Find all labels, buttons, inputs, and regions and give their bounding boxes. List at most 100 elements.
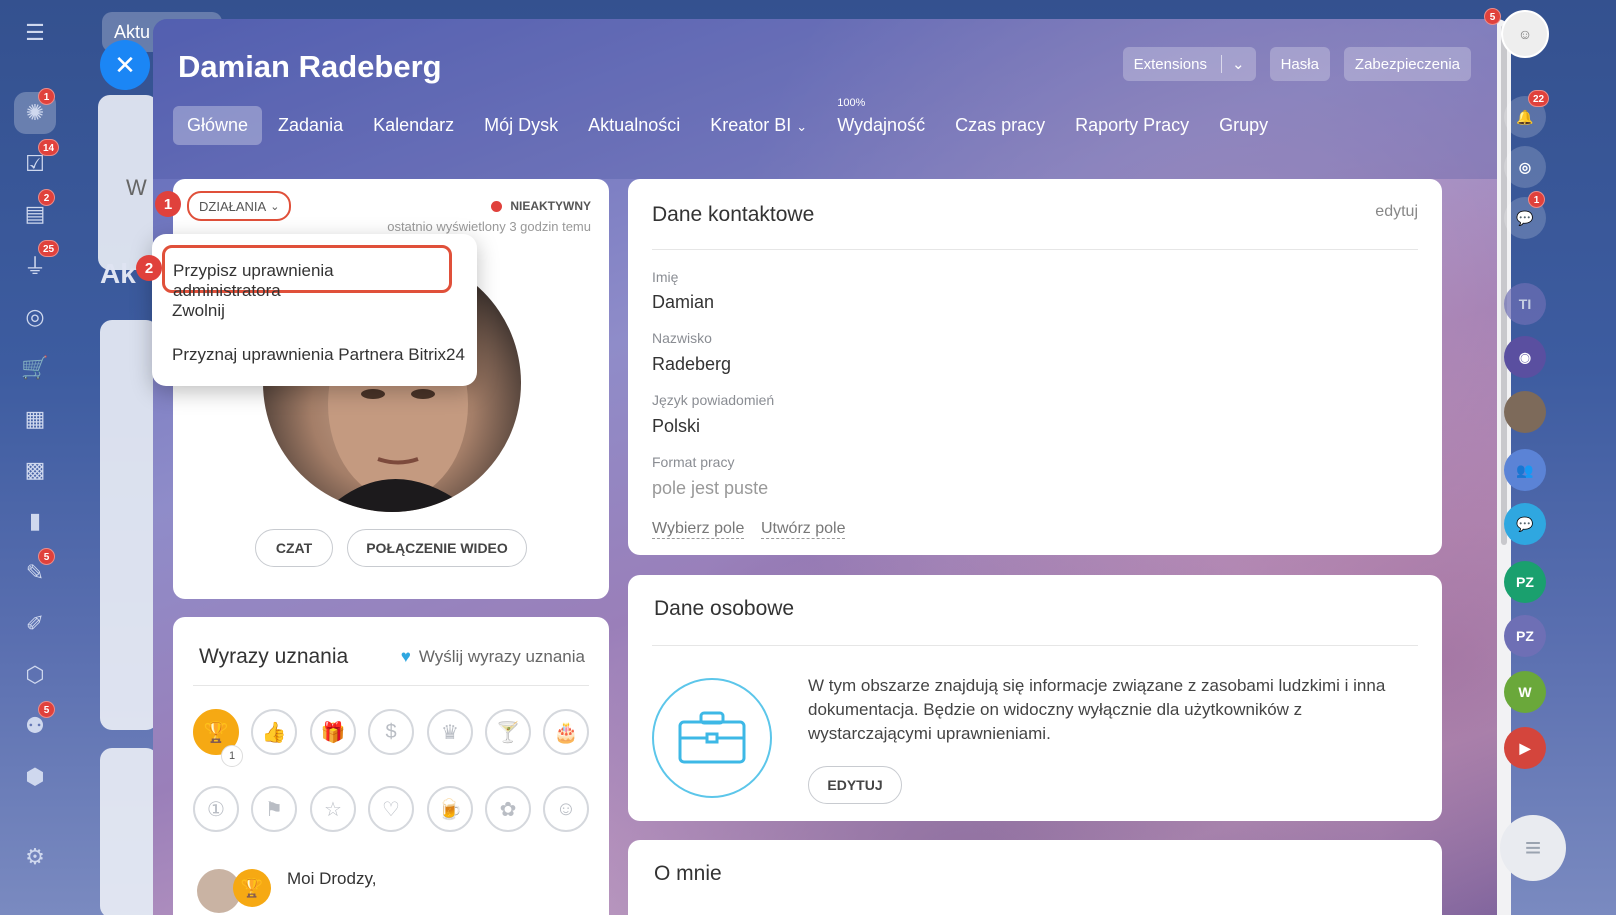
cocktail-icon[interactable]: 🍸 xyxy=(485,709,531,755)
header-band xyxy=(153,19,1511,179)
kudos-card: Wyrazy uznania ♥ Wyślij wyrazy uznania 🏆 … xyxy=(173,617,609,915)
people-icon[interactable]: 👥 xyxy=(1504,449,1546,491)
page-title: Damian Radeberg xyxy=(178,49,442,84)
actions-label: DZIAŁANIA xyxy=(199,198,267,214)
flower-icon[interactable]: ✿ xyxy=(485,786,531,832)
briefcase-svg xyxy=(678,711,746,764)
bell-icon[interactable]: 🔔 22 xyxy=(1504,90,1550,138)
tasks-icon[interactable]: ☑ 14 xyxy=(14,139,60,185)
edit-link[interactable]: edytuj xyxy=(1375,203,1418,221)
target-icon[interactable]: ◎ xyxy=(14,296,56,338)
pen-icon[interactable]: ✐ xyxy=(14,603,56,645)
avatar[interactable]: ☺ xyxy=(1501,10,1549,58)
tasks-badge: 14 xyxy=(38,139,60,156)
feed-badge: 1 xyxy=(38,88,55,105)
tabs-bar: Główne Zadania Kalendarz Mój Dysk Aktual… xyxy=(173,97,1284,145)
tab-bi[interactable]: Kreator BI ⌄ xyxy=(696,106,821,145)
tab-main[interactable]: Główne xyxy=(173,106,263,145)
kudos-divider xyxy=(193,685,589,686)
actions-button[interactable]: DZIAŁANIA ⌄ xyxy=(187,191,292,221)
beer-icon[interactable]: 🍺 xyxy=(427,786,473,832)
user-icon: ☺ xyxy=(1517,26,1533,42)
menu-item-dismiss[interactable]: Zwolnij xyxy=(172,301,225,321)
trophy-icon: 🏆 xyxy=(233,869,271,907)
chart-icon[interactable]: ▮ xyxy=(14,500,56,542)
menu-item-assign-admin[interactable]: Przypisz uprawnienia administratora xyxy=(162,245,452,300)
status-text: NIEAKTYWNY xyxy=(510,199,591,213)
tab-performance-label: Wydajność xyxy=(837,115,926,135)
performance-percent: 100% xyxy=(837,97,866,109)
contact-avatar[interactable]: PZ xyxy=(1504,615,1546,657)
behind-card-3 xyxy=(100,748,158,915)
cake-icon[interactable]: 🎂 xyxy=(543,709,589,755)
tab-news[interactable]: Aktualności xyxy=(574,106,694,145)
number-one-icon[interactable]: ① xyxy=(193,786,239,832)
select-field-link[interactable]: Wybierz pole xyxy=(652,520,745,539)
corner-badge: 5 xyxy=(1484,8,1501,25)
video-icon[interactable]: ▶ xyxy=(1504,727,1546,769)
calendar-icon[interactable]: ▩ xyxy=(14,449,56,491)
personal-description: W tym obszarze znajdują się informacje z… xyxy=(808,676,1386,743)
thumbs-up-icon[interactable]: 👍 xyxy=(251,709,297,755)
heart-icon: ♥ xyxy=(400,647,411,666)
contact-avatar[interactable] xyxy=(1504,391,1546,433)
contact-avatar[interactable]: PZ xyxy=(1504,561,1546,603)
cart-icon[interactable]: 🛒 xyxy=(14,347,56,389)
status-indicator: NIEAKTYWNY xyxy=(491,199,591,213)
extensions-button[interactable]: Extensions ⌄ xyxy=(1122,47,1256,81)
menu-icon[interactable]: ☰ xyxy=(14,12,56,54)
chevron-down-icon: ⌄ xyxy=(270,200,280,213)
tab-performance[interactable]: 100% Wydajność xyxy=(823,97,939,145)
chevron-down-icon[interactable]: ⌄ xyxy=(1232,55,1245,73)
group-chat-icon[interactable]: ◉ xyxy=(1504,336,1546,378)
chat-icon[interactable]: 💬 xyxy=(1504,503,1546,545)
edit-personal-button[interactable]: EDYTUJ xyxy=(808,766,902,804)
trophy-count: 1 xyxy=(221,745,243,767)
heart-outline-icon[interactable]: ♡ xyxy=(368,786,414,832)
video-call-button[interactable]: POŁĄCZENIE WIDEO xyxy=(347,529,527,567)
security-button[interactable]: Zabezpieczenia xyxy=(1343,47,1471,81)
star-icon[interactable]: ☆ xyxy=(310,786,356,832)
tab-drive[interactable]: Mój Dysk xyxy=(470,106,572,145)
open-chat-button[interactable]: ≡ xyxy=(1500,815,1566,881)
flag-icon[interactable]: ⚑ xyxy=(251,786,297,832)
actions-menu: Przypisz uprawnienia administratora Zwol… xyxy=(152,234,477,386)
personal-data-card: Dane osobowe W tym obszarze znajdują się… xyxy=(628,575,1442,821)
left-sidebar: ☰ ✺ 1 ☑ 14 ▤ 2 ⏚ 25 ◎ 🛒 ▦ ▩ ▮ ✎ 5 ✐ ⬡ ⚉ 5 ⬢ ⚙ xyxy=(0,0,70,915)
filter-icon[interactable]: ⏚ 25 xyxy=(14,240,60,286)
contact-avatar[interactable]: W xyxy=(1504,671,1546,713)
crown-icon[interactable]: ♛ xyxy=(427,709,473,755)
messenger-icon[interactable]: 💬 1 xyxy=(1504,191,1546,239)
contact-title: Dane kontaktowe xyxy=(652,203,815,226)
chat-button[interactable]: CZAT xyxy=(255,529,333,567)
menu-item-partner-rights[interactable]: Przyznaj uprawnienia Partnera Bitrix24 xyxy=(172,345,465,365)
money-bag-icon[interactable]: $ xyxy=(368,709,414,755)
right-sidebar: ☺ 5 🔔 22 ◎ 💬 1 TI ◉ 👥 💬 PZ PZ W ▶ xyxy=(1484,0,1616,915)
doc-icon[interactable]: ✎ 5 xyxy=(14,548,56,594)
inventory-icon[interactable]: ▦ xyxy=(14,398,56,440)
passwords-button[interactable]: Hasła xyxy=(1269,47,1330,81)
hexagon-icon[interactable]: ⬡ xyxy=(14,654,56,696)
crm-icon[interactable]: ▤ 2 xyxy=(14,189,56,235)
close-button[interactable]: ✕ xyxy=(100,40,150,90)
tab-worktime[interactable]: Czas pracy xyxy=(941,106,1059,145)
create-field-link[interactable]: Utwórz pole xyxy=(761,520,846,539)
filter-badge: 25 xyxy=(38,240,60,257)
smile-icon[interactable]: ☺ xyxy=(543,786,589,832)
tab-reports[interactable]: Raporty Pracy xyxy=(1061,106,1203,145)
send-kudos-link[interactable]: ♥ Wyślij wyrazy uznania xyxy=(401,647,585,667)
behind-letter: W xyxy=(126,175,147,200)
activity-icon[interactable]: ◎ xyxy=(1504,146,1546,188)
tab-tasks[interactable]: Zadania xyxy=(264,106,357,145)
step-marker-1: 1 xyxy=(155,191,181,217)
robot-badge: 5 xyxy=(38,701,55,718)
contact-avatar[interactable]: TI xyxy=(1504,283,1546,325)
feed-icon[interactable]: ✺ 1 xyxy=(14,88,56,134)
tab-groups[interactable]: Grupy xyxy=(1205,106,1282,145)
tab-calendar[interactable]: Kalendarz xyxy=(359,106,468,145)
behind-card: W xyxy=(98,95,158,270)
box-icon[interactable]: ⬢ xyxy=(14,756,56,798)
settings-icon[interactable]: ⚙ xyxy=(14,836,56,878)
gift-icon[interactable]: 🎁 xyxy=(310,709,356,755)
robot-icon[interactable]: ⚉ 5 xyxy=(14,701,56,747)
